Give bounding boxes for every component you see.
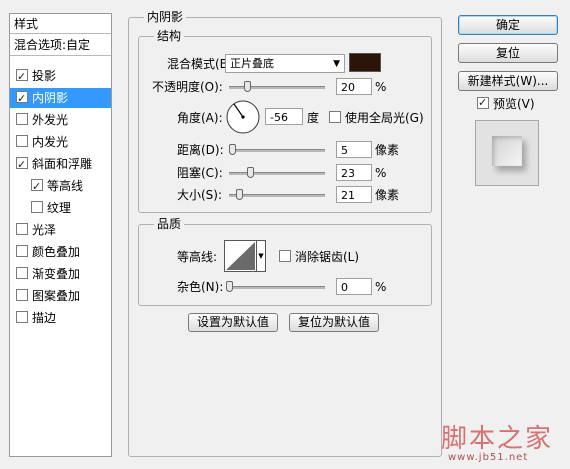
style-item-checkbox[interactable] bbox=[16, 89, 28, 109]
choke-label: 阻塞(C): bbox=[177, 166, 223, 180]
style-item[interactable]: 纹理 bbox=[10, 198, 111, 218]
size-label: 大小(S): bbox=[177, 188, 223, 202]
style-item[interactable]: 渐变叠加 bbox=[10, 264, 111, 284]
style-item-label: 内发光 bbox=[32, 135, 69, 149]
style-item-checkbox[interactable] bbox=[16, 289, 28, 301]
preview-swatch bbox=[492, 136, 522, 166]
styles-list-panel: 样式 混合选项:自定 投影内阴影外发光内发光斜面和浮雕等高线纹理光泽颜色叠加渐变… bbox=[9, 13, 112, 457]
contour-preview-icon bbox=[224, 240, 257, 272]
style-item-label: 等高线 bbox=[47, 179, 84, 193]
opacity-slider-thumb[interactable] bbox=[244, 81, 251, 92]
structure-title: 结构 bbox=[154, 29, 185, 43]
angle-center-dot bbox=[241, 115, 245, 119]
blend-mode-select[interactable]: 正片叠底 ▼ bbox=[225, 54, 345, 73]
style-item-checkbox[interactable] bbox=[31, 177, 43, 197]
styles-header[interactable]: 样式 bbox=[10, 14, 111, 34]
contour-label: 等高线: bbox=[177, 250, 218, 264]
choke-unit: % bbox=[375, 166, 387, 180]
style-item[interactable]: 外发光 bbox=[10, 110, 111, 130]
style-item-label: 外发光 bbox=[32, 113, 69, 127]
watermark-url: www.jb51.net bbox=[448, 452, 529, 463]
style-item-label: 描边 bbox=[32, 311, 57, 325]
style-item-checkbox[interactable] bbox=[16, 113, 28, 125]
ok-button[interactable]: 确定 bbox=[458, 15, 558, 35]
angle-dial[interactable] bbox=[225, 99, 261, 135]
choke-input[interactable]: 23 bbox=[336, 164, 372, 181]
style-item[interactable]: 斜面和浮雕 bbox=[10, 154, 111, 175]
noise-slider-track[interactable] bbox=[229, 286, 325, 289]
style-item-checkbox[interactable] bbox=[16, 223, 28, 235]
style-item[interactable]: 描边 bbox=[10, 308, 111, 328]
distance-input[interactable]: 5 bbox=[336, 141, 372, 158]
style-item-checkbox[interactable] bbox=[16, 135, 28, 147]
noise-slider-thumb[interactable] bbox=[226, 281, 233, 292]
style-item[interactable]: 颜色叠加 bbox=[10, 242, 111, 262]
size-input[interactable]: 21 bbox=[336, 186, 372, 203]
antialias-checkbox[interactable]: 消除锯齿(L) bbox=[279, 249, 359, 265]
antialias-label: 消除锯齿(L) bbox=[295, 250, 360, 264]
size-unit: 像素 bbox=[375, 188, 400, 202]
contour-picker[interactable]: ▼ bbox=[224, 240, 266, 272]
angle-label: 角度(A): bbox=[177, 111, 223, 125]
noise-label: 杂色(N): bbox=[177, 280, 224, 294]
global-light-label: 使用全局光(G) bbox=[345, 111, 424, 125]
opacity-input[interactable]: 20 bbox=[336, 78, 372, 95]
distance-label: 距离(D): bbox=[177, 143, 224, 157]
global-light-checkbox[interactable]: 使用全局光(G) bbox=[329, 110, 424, 126]
choke-slider-thumb[interactable] bbox=[247, 167, 254, 178]
opacity-label: 不透明度(O): bbox=[152, 80, 223, 94]
style-item-checkbox[interactable] bbox=[31, 201, 43, 213]
distance-slider-thumb[interactable] bbox=[229, 144, 236, 155]
blend-options-item[interactable]: 混合选项:自定 bbox=[10, 35, 111, 56]
style-item-checkbox[interactable] bbox=[16, 245, 28, 257]
style-item[interactable]: 图案叠加 bbox=[10, 286, 111, 306]
shadow-color-swatch[interactable] bbox=[349, 53, 381, 72]
preview-box bbox=[477, 95, 489, 111]
style-preview-thumbnail bbox=[475, 120, 539, 186]
style-item-label: 图案叠加 bbox=[32, 289, 81, 303]
preview-checkbox[interactable]: 预览(V) bbox=[477, 95, 535, 112]
style-item-label: 内阴影 bbox=[32, 91, 69, 105]
reset-default-button[interactable]: 复位为默认值 bbox=[289, 313, 379, 332]
antialias-box bbox=[279, 250, 291, 262]
global-light-box bbox=[329, 111, 341, 123]
style-item-label: 渐变叠加 bbox=[32, 267, 81, 281]
new-style-button[interactable]: 新建样式(W)... bbox=[458, 71, 558, 91]
style-item-label: 斜面和浮雕 bbox=[32, 157, 93, 171]
style-item-label: 光泽 bbox=[32, 223, 57, 237]
style-item-label: 投影 bbox=[32, 69, 57, 83]
noise-input[interactable]: 0 bbox=[336, 278, 372, 295]
style-item[interactable]: 内发光 bbox=[10, 132, 111, 152]
angle-input[interactable]: -56 bbox=[265, 108, 303, 125]
contour-dropdown-icon[interactable]: ▼ bbox=[256, 240, 266, 272]
angle-unit: 度 bbox=[307, 111, 320, 125]
distance-slider-track[interactable] bbox=[229, 149, 325, 152]
make-default-button[interactable]: 设置为默认值 bbox=[188, 313, 278, 332]
style-item-label: 纹理 bbox=[47, 201, 72, 215]
choke-slider-track[interactable] bbox=[229, 172, 325, 175]
preview-label: 预览(V) bbox=[493, 97, 535, 111]
size-slider-track[interactable] bbox=[229, 194, 325, 197]
watermark-logo-text: 脚本之家 bbox=[441, 424, 554, 454]
opacity-unit: % bbox=[375, 80, 387, 94]
style-item-checkbox[interactable] bbox=[16, 155, 28, 175]
quality-title: 品质 bbox=[154, 217, 185, 231]
style-item[interactable]: 内阴影 bbox=[10, 88, 111, 109]
style-item-checkbox[interactable] bbox=[16, 67, 28, 87]
style-item-checkbox[interactable] bbox=[16, 311, 28, 323]
style-item[interactable]: 投影 bbox=[10, 66, 111, 87]
style-item-checkbox[interactable] bbox=[16, 267, 28, 279]
style-item[interactable]: 光泽 bbox=[10, 220, 111, 240]
blend-mode-value: 正片叠底 bbox=[230, 57, 274, 70]
distance-unit: 像素 bbox=[375, 143, 400, 157]
size-slider-thumb[interactable] bbox=[236, 189, 243, 200]
style-item-label: 颜色叠加 bbox=[32, 245, 81, 259]
reset-button[interactable]: 复位 bbox=[458, 43, 558, 63]
inner-shadow-title: 内阴影 bbox=[144, 10, 187, 24]
style-item[interactable]: 等高线 bbox=[10, 176, 111, 197]
chevron-down-icon: ▼ bbox=[333, 59, 340, 69]
noise-unit: % bbox=[375, 280, 387, 294]
